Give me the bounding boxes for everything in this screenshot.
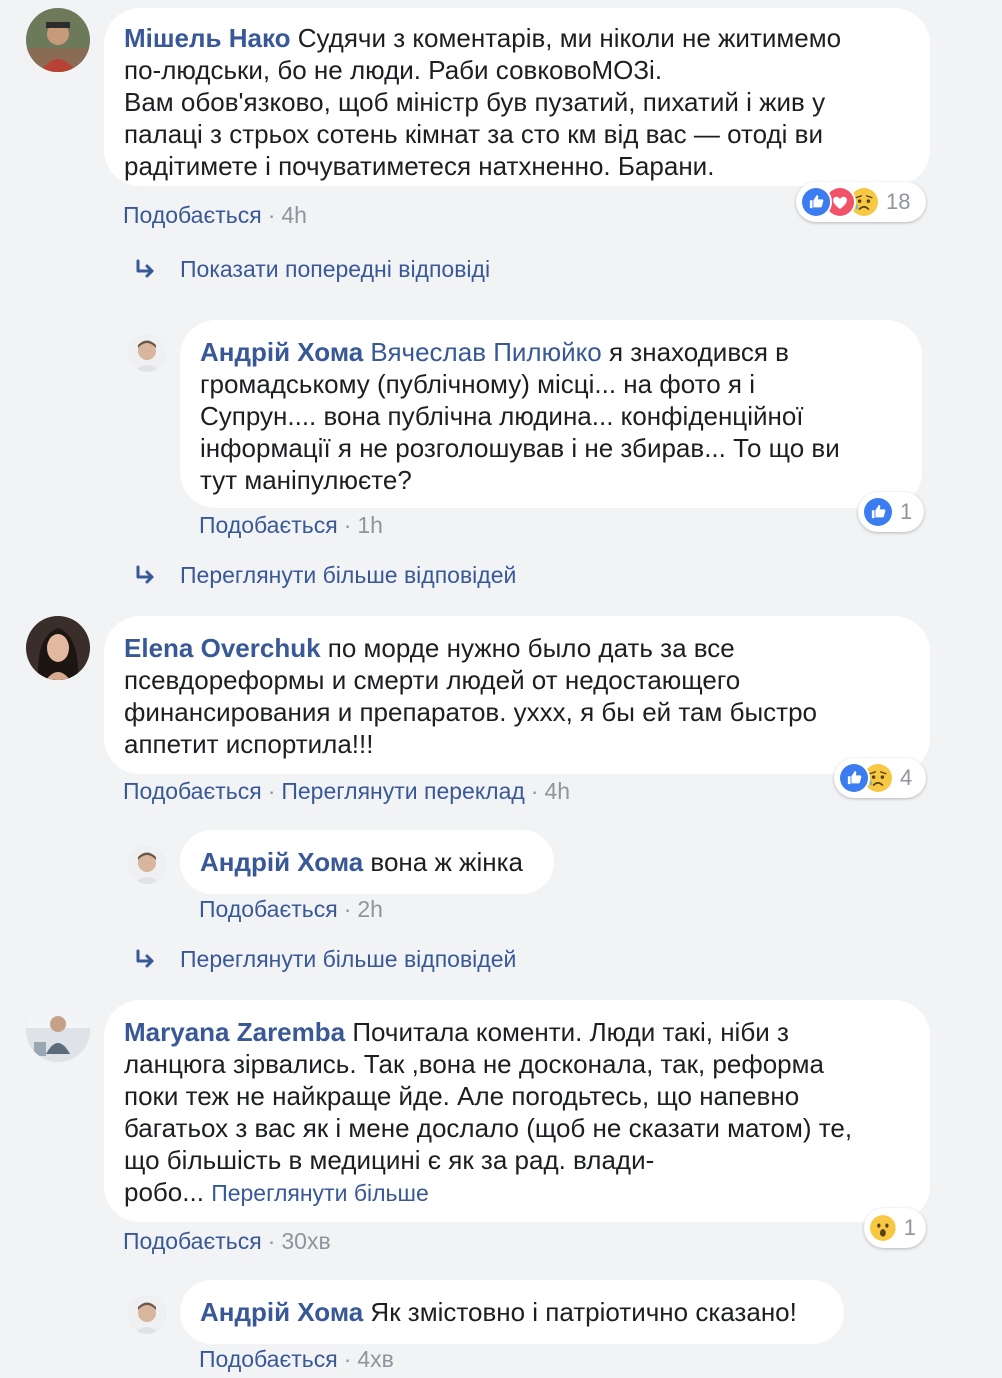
comment-text-line: аппетит испортила!!! (124, 729, 374, 759)
comment-text-line: Вам обов'язково, щоб міністр був пузатий… (124, 87, 826, 117)
comment-meta: Подобається · 4h (123, 202, 307, 229)
reply-meta: Подобається · 1h (199, 512, 383, 539)
reply-text-line: інформації я не розголошував і не збирав… (200, 433, 840, 463)
comment-meta: Подобається · 30хв (123, 1228, 331, 1255)
reply-arrow-icon (134, 565, 158, 587)
avatar[interactable] (128, 334, 166, 372)
comment-author[interactable]: Maryana Zaremba (124, 1017, 345, 1047)
view-more-replies-link[interactable]: Переглянути більше відповідей (134, 946, 516, 973)
reply-bubble: Андрій Хома Вячеслав Пилюйко я знаходивс… (180, 320, 922, 508)
wow-reaction-icon (868, 1212, 898, 1244)
comment-text-line: багатьох з вас як і мене дослало (щоб не… (124, 1113, 853, 1143)
separator: · (343, 512, 352, 538)
reply-arrow-icon (134, 949, 158, 971)
comment-bubble: Maryana Zaremba Почитала коменти. Люди т… (104, 1000, 930, 1222)
like-link[interactable]: Подобається (199, 896, 338, 922)
comment-meta: Подобається · Переглянути переклад · 4h (123, 778, 570, 805)
separator: · (530, 778, 539, 804)
comment-text-line: по морде нужно было дать за все (327, 633, 735, 663)
reply-text: вона ж жінка (370, 847, 523, 877)
reply-text-line: Супрун.... вона публічна людина... конфі… (200, 401, 804, 431)
timestamp[interactable]: 4h (281, 202, 307, 228)
like-reaction-icon (838, 762, 870, 794)
reply-author[interactable]: Андрій Хома (200, 1297, 363, 1327)
comment-text-line: ланцюга зірвались. Так ,вона не досконал… (124, 1049, 824, 1079)
reply-arrow-icon (134, 259, 158, 281)
separator: · (267, 778, 276, 804)
reaction-count: 1 (903, 1215, 916, 1240)
comment-text-line: псевдореформы и смерти людей от недостаю… (124, 665, 741, 695)
reactions-summary[interactable]: 1 (864, 1208, 926, 1248)
see-translation-link[interactable]: Переглянути переклад (281, 778, 524, 804)
like-link[interactable]: Подобається (199, 512, 338, 538)
separator: · (343, 896, 352, 922)
reply-text-line: громадському (публічному) місці... на фо… (200, 369, 756, 399)
like-reaction-icon (862, 496, 894, 528)
comment-author[interactable]: Мішель Нако (124, 23, 291, 53)
comment-text-line: поки теж не найкраще йде. Але погодьтесь… (124, 1081, 800, 1111)
timestamp[interactable]: 4h (544, 778, 570, 804)
like-reaction-icon (800, 186, 832, 218)
see-more-link[interactable]: Переглянути більше (211, 1180, 429, 1206)
timestamp[interactable]: 2h (357, 896, 383, 922)
reply-text: Як змістовно і патріотично сказано! (370, 1297, 797, 1327)
reply-bubble: Андрій Хома вона ж жінка (180, 830, 554, 894)
avatar[interactable] (128, 846, 166, 884)
avatar[interactable] (26, 616, 90, 680)
avatar-photo-icon (26, 998, 90, 1062)
reply-text-line: тут маніпулюєте? (200, 465, 412, 495)
avatar-photo-icon (128, 846, 166, 884)
comment-bubble: Мішель Нако Судячи з коментарів, ми ніко… (104, 8, 930, 186)
mention-link[interactable]: Вячеслав Пилюйко (370, 337, 601, 367)
comment-text-line: радітимете і почуватиметеся натхненно. Б… (124, 151, 715, 181)
reply-meta: Подобається · 2h (199, 896, 383, 923)
reply-meta: Подобається · 4хв (199, 1346, 394, 1373)
comment-text-line: робо... (124, 1177, 204, 1207)
avatar[interactable] (128, 1296, 166, 1334)
reply-author[interactable]: Андрій Хома (200, 847, 363, 877)
comment-text-line: по-людськи, бо не люди. Раби совковоМОЗі… (124, 55, 663, 85)
separator: · (267, 1228, 276, 1254)
reply-author[interactable]: Андрій Хома (200, 337, 363, 367)
comment-bubble: Elena Overchuk по морде нужно было дать … (104, 616, 930, 774)
comment-author[interactable]: Elena Overchuk (124, 633, 321, 663)
show-previous-replies-link[interactable]: Показати попередні відповіді (134, 256, 490, 283)
like-link[interactable]: Подобається (123, 202, 262, 228)
comment-text-line: Судячи з коментарів, ми ніколи не житиме… (297, 23, 842, 53)
timestamp[interactable]: 1h (357, 512, 383, 538)
like-link[interactable]: Подобається (123, 1228, 262, 1254)
reply-bubble: Андрій Хома Як змістовно і патріотично с… (180, 1280, 844, 1344)
avatar[interactable] (26, 8, 90, 72)
reaction-count: 4 (900, 765, 913, 790)
like-link[interactable]: Подобається (199, 1346, 338, 1372)
avatar[interactable] (26, 998, 90, 1062)
timestamp[interactable]: 4хв (357, 1346, 394, 1372)
separator: · (267, 202, 276, 228)
avatar-photo-icon (128, 1296, 166, 1334)
timestamp[interactable]: 30хв (281, 1228, 330, 1254)
reactions-summary[interactable]: 4 (834, 758, 926, 798)
show-previous-replies-label[interactable]: Показати попередні відповіді (180, 256, 490, 283)
comment-text-line: палаці з стрьох сотень кімнат за сто км … (124, 119, 823, 149)
view-more-replies-label[interactable]: Переглянути більше відповідей (180, 946, 516, 973)
reactions-summary[interactable]: 1 (858, 492, 924, 532)
avatar-photo-icon (26, 616, 90, 680)
comment-text-line: що більшість в медицині є як за рад. вла… (124, 1145, 655, 1175)
view-more-replies-label[interactable]: Переглянути більше відповідей (180, 562, 516, 589)
reaction-count: 18 (886, 189, 911, 214)
separator: · (343, 1346, 352, 1372)
reaction-count: 1 (900, 499, 913, 524)
comment-text-line: финансирования и препаратов. уххх, я бы … (124, 697, 818, 727)
view-more-replies-link[interactable]: Переглянути більше відповідей (134, 562, 516, 589)
reply-text-line: я знаходився в (609, 337, 789, 367)
comment-text-line: Почитала коменти. Люди такі, ніби з (352, 1017, 789, 1047)
avatar-photo-icon (26, 8, 90, 72)
like-link[interactable]: Подобається (123, 778, 262, 804)
reactions-summary[interactable]: 18 (796, 182, 926, 222)
avatar-photo-icon (128, 334, 166, 372)
